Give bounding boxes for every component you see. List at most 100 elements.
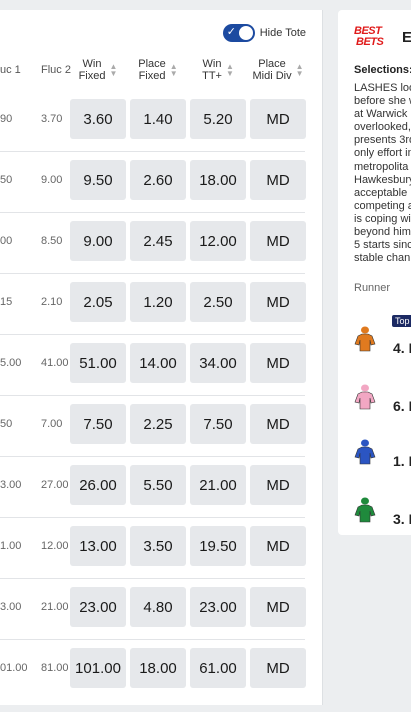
fluc1-value: 3.00 bbox=[0, 479, 22, 491]
fluc2-value: 7.00 bbox=[41, 418, 63, 430]
row-divider bbox=[0, 639, 305, 640]
description-line: Hawkesbury bbox=[354, 173, 411, 186]
description-line: before she w bbox=[354, 95, 411, 108]
place-midi-button[interactable]: MD bbox=[250, 404, 306, 444]
place-fixed-button[interactable]: 2.45 bbox=[130, 221, 186, 261]
description-line: presents 3rd bbox=[354, 134, 411, 147]
row-divider bbox=[0, 273, 305, 274]
header-place-midi[interactable]: Place Midi Div ▲ ▼ bbox=[250, 52, 306, 88]
row-divider bbox=[0, 456, 305, 457]
top-badge: Top bbox=[392, 315, 411, 327]
win-fixed-button[interactable]: 2.05 bbox=[70, 282, 126, 322]
win-tt-button[interactable]: 7.50 bbox=[190, 404, 246, 444]
runner-name[interactable]: 6. I bbox=[393, 398, 411, 414]
jockey-silks-icon bbox=[354, 439, 376, 465]
place-fixed-button[interactable]: 5.50 bbox=[130, 465, 186, 505]
fluc1-value: 3.00 bbox=[0, 601, 22, 613]
win-fixed-button[interactable]: 26.00 bbox=[70, 465, 126, 505]
place-midi-button[interactable]: MD bbox=[250, 587, 306, 627]
fluc1-value: 50 bbox=[0, 418, 13, 430]
place-fixed-button[interactable]: 2.25 bbox=[130, 404, 186, 444]
sort-icon: ▲ ▼ bbox=[169, 62, 178, 78]
place-fixed-button[interactable]: 14.00 bbox=[130, 343, 186, 383]
hide-tote-toggle[interactable]: ✓ bbox=[222, 24, 255, 42]
toggle-knob bbox=[238, 26, 253, 40]
place-midi-button[interactable]: MD bbox=[250, 465, 306, 505]
header-win-fixed[interactable]: Win Fixed ▲ ▼ bbox=[70, 52, 126, 88]
runner-header: Runner bbox=[354, 282, 391, 294]
description-line: at Warwick bbox=[354, 108, 408, 121]
win-fixed-button[interactable]: 101.00 bbox=[70, 648, 126, 688]
fluc1-value: 01.00 bbox=[0, 662, 28, 674]
place-fixed-button[interactable]: 2.60 bbox=[130, 160, 186, 200]
place-midi-button[interactable]: MD bbox=[250, 648, 306, 688]
place-fixed-button[interactable]: 1.20 bbox=[130, 282, 186, 322]
fluc2-value: 9.00 bbox=[41, 174, 63, 186]
win-tt-button[interactable]: 34.00 bbox=[190, 343, 246, 383]
win-fixed-button[interactable]: 23.00 bbox=[70, 587, 126, 627]
place-midi-button[interactable]: MD bbox=[250, 160, 306, 200]
fluc1-value: 00 bbox=[0, 235, 13, 247]
description-line: LASHES loo bbox=[354, 82, 411, 94]
win-tt-button[interactable]: 21.00 bbox=[190, 465, 246, 505]
win-fixed-button[interactable]: 9.50 bbox=[70, 160, 126, 200]
win-tt-button[interactable]: 2.50 bbox=[190, 282, 246, 322]
place-midi-button[interactable]: MD bbox=[250, 526, 306, 566]
runner-name[interactable]: 4. I bbox=[393, 340, 411, 356]
place-midi-button[interactable]: MD bbox=[250, 221, 306, 261]
selection-description: LASHES loo before she w at Warwick overlook… bbox=[354, 82, 411, 265]
place-fixed-button[interactable]: 3.50 bbox=[130, 526, 186, 566]
selections-label: Selections: bbox=[354, 64, 411, 76]
place-midi-button[interactable]: MD bbox=[250, 99, 306, 139]
row-divider bbox=[0, 334, 305, 335]
place-midi-button[interactable]: MD bbox=[250, 343, 306, 383]
row-divider bbox=[0, 578, 305, 579]
jockey-silks-icon bbox=[354, 326, 376, 352]
place-fixed-button[interactable]: 1.40 bbox=[130, 99, 186, 139]
description-line: stable chan bbox=[354, 252, 411, 265]
row-divider bbox=[0, 395, 305, 396]
fluc2-value: 8.50 bbox=[41, 235, 63, 247]
fluc2-value: 21.00 bbox=[41, 601, 69, 613]
win-fixed-button[interactable]: 9.00 bbox=[70, 221, 126, 261]
description-line: metropolita bbox=[354, 160, 409, 173]
best-bets-card: BEST BETS E Selections: LASHES loo before… bbox=[338, 10, 411, 535]
win-tt-button[interactable]: 12.00 bbox=[190, 221, 246, 261]
win-tt-button[interactable]: 5.20 bbox=[190, 99, 246, 139]
fluc1-value: 1.00 bbox=[0, 540, 22, 552]
jockey-silks-icon bbox=[354, 384, 376, 410]
runner-name[interactable]: 1. I bbox=[393, 453, 411, 469]
odds-panel: ✓ Hide Tote uc 1 Fluc 2 Win Fixed ▲ ▼ Plac… bbox=[0, 10, 323, 705]
fluc1-value: 50 bbox=[0, 174, 13, 186]
check-icon: ✓ bbox=[226, 25, 236, 38]
row-divider bbox=[0, 517, 305, 518]
win-tt-button[interactable]: 61.00 bbox=[190, 648, 246, 688]
header-win-tt[interactable]: Win TT+ ▲ ▼ bbox=[190, 52, 246, 88]
win-tt-button[interactable]: 19.50 bbox=[190, 526, 246, 566]
description-line: 5 starts sinc bbox=[354, 239, 411, 252]
description-line: acceptable bbox=[354, 186, 408, 199]
win-fixed-button[interactable]: 51.00 bbox=[70, 343, 126, 383]
jockey-silks-icon bbox=[354, 497, 376, 523]
place-midi-button[interactable]: MD bbox=[250, 282, 306, 322]
win-tt-button[interactable]: 18.00 bbox=[190, 160, 246, 200]
fluc2-value: 81.00 bbox=[41, 662, 69, 674]
row-divider bbox=[0, 212, 305, 213]
fluc2-value: 2.10 bbox=[41, 296, 63, 308]
fluc2-value: 3.70 bbox=[41, 113, 63, 125]
runner-name[interactable]: 3. I bbox=[393, 511, 411, 527]
fluc1-value: 5.00 bbox=[0, 357, 22, 369]
place-fixed-button[interactable]: 18.00 bbox=[130, 648, 186, 688]
win-fixed-button[interactable]: 3.60 bbox=[70, 99, 126, 139]
place-fixed-button[interactable]: 4.80 bbox=[130, 587, 186, 627]
fluc1-value: 15 bbox=[0, 296, 13, 308]
description-line: overlooked, bbox=[354, 121, 411, 134]
win-fixed-button[interactable]: 13.00 bbox=[70, 526, 126, 566]
row-divider bbox=[0, 151, 305, 152]
description-line: beyond him bbox=[354, 226, 411, 239]
fluc1-value: 90 bbox=[0, 113, 13, 125]
win-tt-button[interactable]: 23.00 bbox=[190, 587, 246, 627]
win-fixed-button[interactable]: 7.50 bbox=[70, 404, 126, 444]
hide-tote-toggle-row[interactable]: ✓ Hide Tote bbox=[222, 24, 306, 42]
header-place-fixed[interactable]: Place Fixed ▲ ▼ bbox=[130, 52, 186, 88]
